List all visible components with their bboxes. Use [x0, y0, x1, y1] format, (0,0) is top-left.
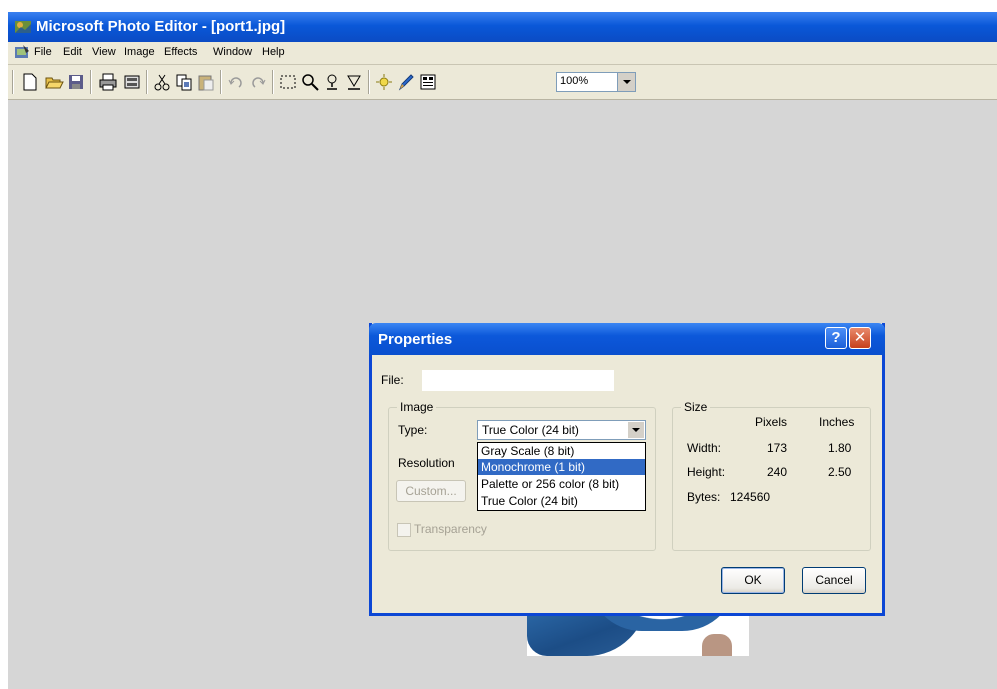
file-field[interactable]	[422, 370, 614, 391]
toolbar-separator	[90, 70, 92, 94]
chevron-down-icon[interactable]	[617, 73, 635, 91]
document-icon[interactable]	[14, 45, 30, 60]
menu-effects[interactable]: Effects	[164, 46, 197, 58]
smudge-icon[interactable]	[322, 72, 342, 92]
redo-icon[interactable]	[248, 72, 268, 92]
close-button[interactable]: ✕	[849, 327, 871, 349]
toolbar-separator	[12, 70, 14, 94]
zoom-icon[interactable]	[300, 72, 320, 92]
bytes-label: Bytes:	[687, 490, 721, 504]
help-button[interactable]: ?	[825, 327, 847, 349]
zoom-combo[interactable]: 100%	[556, 72, 636, 92]
toolbar-separator	[368, 70, 370, 94]
type-label: Type:	[398, 423, 428, 437]
dialog-title-bar[interactable]: Properties ? ✕	[369, 323, 885, 355]
resolution-label: Resolution	[398, 456, 455, 470]
width-inches: 1.80	[828, 441, 852, 455]
width-pixels: 173	[767, 441, 788, 455]
type-selected-value: True Color (24 bit)	[482, 423, 579, 437]
pixels-header: Pixels	[755, 415, 788, 429]
transparency-label: Transparency	[414, 522, 487, 536]
bytes-value: 124560	[730, 490, 771, 504]
type-option-monochrome[interactable]: Monochrome (1 bit)	[478, 459, 645, 475]
menu-file[interactable]: File	[34, 46, 52, 58]
menu-help[interactable]: Help	[262, 46, 285, 58]
menu-view[interactable]: View	[92, 46, 116, 58]
transparency-checkbox[interactable]	[397, 523, 411, 537]
menu-bar: File Edit View Image Effects Window Help	[8, 42, 997, 65]
app-icon	[14, 18, 32, 34]
open-icon[interactable]	[44, 72, 64, 92]
file-label: File:	[381, 373, 404, 387]
type-option-grayscale[interactable]: Gray Scale (8 bit)	[478, 443, 645, 459]
select-icon[interactable]	[278, 72, 298, 92]
height-inches: 2.50	[828, 465, 852, 479]
photo-content	[702, 634, 732, 656]
cancel-button[interactable]: Cancel	[802, 567, 866, 594]
size-group-legend: Size	[681, 400, 711, 414]
height-pixels: 240	[767, 465, 788, 479]
chevron-down-icon[interactable]	[628, 422, 644, 438]
dialog-title: Properties	[378, 331, 453, 348]
custom-button[interactable]: Custom...	[396, 480, 466, 502]
print-icon[interactable]	[98, 72, 118, 92]
pen-icon[interactable]	[396, 72, 416, 92]
paste-icon[interactable]	[196, 72, 216, 92]
save-icon[interactable]	[66, 72, 86, 92]
inches-header: Inches	[819, 415, 855, 429]
window-title: Microsoft Photo Editor - [port1.jpg]	[36, 18, 286, 35]
menu-image[interactable]: Image	[124, 46, 155, 58]
type-option-truecolor[interactable]: True Color (24 bit)	[478, 493, 645, 509]
scan-icon[interactable]	[122, 72, 142, 92]
toolbar-separator	[220, 70, 222, 94]
menu-window[interactable]: Window	[213, 46, 252, 58]
type-select[interactable]: True Color (24 bit)	[477, 420, 646, 440]
cut-icon[interactable]	[152, 72, 172, 92]
type-dropdown-list: Gray Scale (8 bit) Monochrome (1 bit) Pa…	[477, 442, 646, 511]
new-icon[interactable]	[20, 72, 40, 92]
toolbar-separator	[146, 70, 148, 94]
photo-editor-window: Microsoft Photo Editor - [port1.jpg] Fil…	[8, 12, 997, 689]
ok-button[interactable]: OK	[721, 567, 785, 594]
transparent-icon[interactable]	[374, 72, 394, 92]
width-label: Width:	[687, 441, 722, 455]
type-option-palette[interactable]: Palette or 256 color (8 bit)	[478, 476, 645, 492]
menu-edit[interactable]: Edit	[63, 46, 82, 58]
properties-icon[interactable]	[418, 72, 438, 92]
sharpen-icon[interactable]	[344, 72, 364, 92]
zoom-value: 100%	[560, 75, 589, 87]
toolbar: 100%	[8, 65, 997, 100]
title-bar[interactable]: Microsoft Photo Editor - [port1.jpg]	[8, 12, 997, 42]
undo-icon[interactable]	[226, 72, 246, 92]
height-label: Height:	[687, 465, 726, 479]
image-group-legend: Image	[397, 400, 437, 414]
copy-icon[interactable]	[174, 72, 194, 92]
toolbar-separator	[272, 70, 274, 94]
properties-dialog: Properties ? ✕ File: Image Type: True Co…	[369, 323, 885, 616]
